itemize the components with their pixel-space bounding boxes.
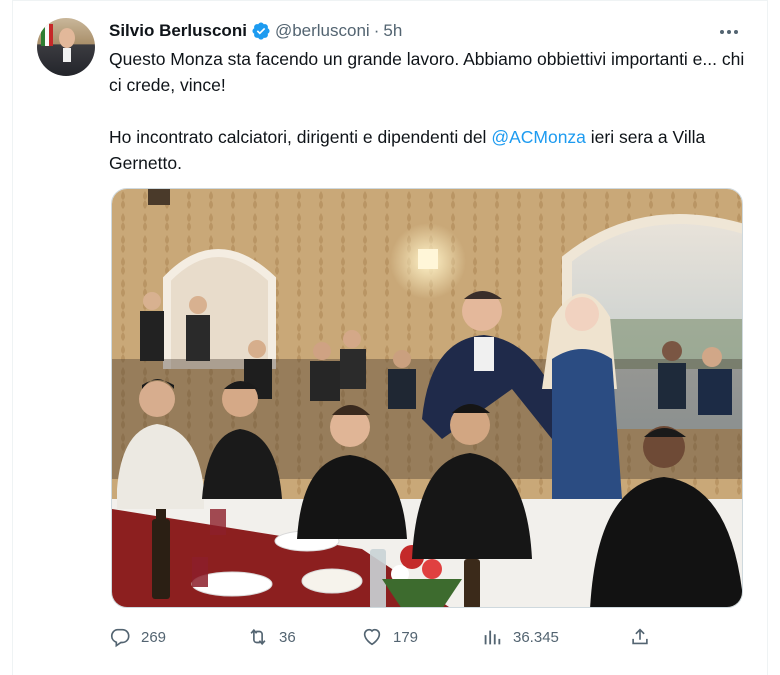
author-handle[interactable]: @berlusconi [275, 21, 370, 41]
like-button[interactable]: 179 [361, 622, 418, 652]
heart-icon [363, 628, 381, 646]
reply-icon [110, 628, 130, 648]
verified-badge-icon[interactable] [251, 21, 271, 41]
tweet-photo[interactable] [111, 188, 743, 608]
tweet-time[interactable]: 5h [383, 21, 402, 41]
tweet-paragraph-2: Ho incontrato calciatori, dirigenti e di… [109, 127, 706, 173]
author-name[interactable]: Silvio Berlusconi [109, 21, 247, 41]
tweet-card[interactable]: Silvio Berlusconi @berlusconi · 5h Quest… [12, 0, 768, 675]
separator-dot: · [373, 21, 380, 40]
retweet-count: 36 [279, 628, 296, 646]
share-button[interactable] [629, 622, 651, 652]
share-icon [632, 628, 648, 645]
reply-count: 269 [141, 628, 167, 646]
tweet-text: Questo Monza sta facendo un grande lavor… [109, 46, 749, 202]
avatar[interactable] [37, 18, 95, 76]
analytics-icon [484, 630, 501, 645]
tweet-header: Silvio Berlusconi @berlusconi · 5h [109, 20, 402, 42]
flag-icon [41, 24, 53, 46]
tweet-paragraph-1: Questo Monza sta facendo un grande lavor… [109, 49, 745, 95]
tweet-actions: 269 36 179 36.345 [109, 622, 649, 652]
divider [13, 0, 767, 1]
photo-scene [112, 189, 742, 607]
mention-link[interactable]: @ACMonza [491, 127, 586, 147]
reply-button[interactable]: 269 [109, 622, 166, 652]
retweet-icon [250, 628, 266, 646]
more-icon[interactable] [715, 24, 743, 40]
views-button[interactable]: 36.345 [481, 622, 559, 652]
view-count: 36.345 [513, 628, 559, 646]
retweet-button[interactable]: 36 [247, 622, 296, 652]
like-count: 179 [393, 628, 419, 646]
